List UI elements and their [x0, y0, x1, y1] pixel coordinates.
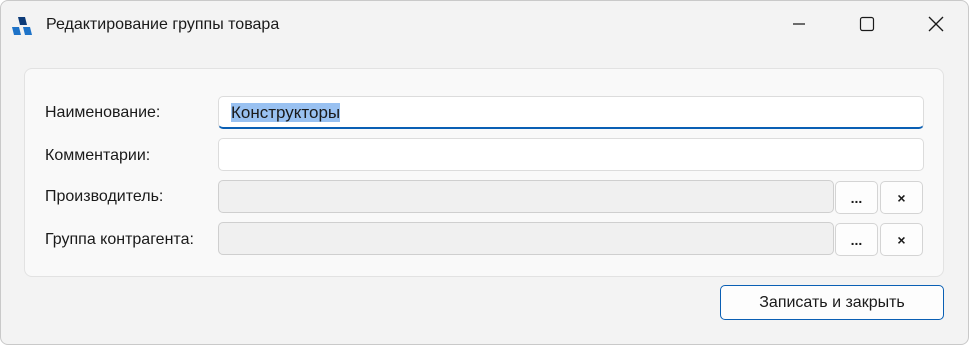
manufacturer-select-button[interactable]: ... [835, 181, 878, 214]
close-button[interactable] [908, 1, 964, 51]
manufacturer-field[interactable] [218, 180, 834, 213]
dialog-window: Редактирование группы товара Наименовани… [0, 0, 969, 345]
name-field[interactable]: Конструкторы [218, 96, 924, 129]
comment-label: Комментарии: [45, 147, 151, 164]
counterparty-group-field[interactable] [218, 222, 834, 255]
title-bar[interactable]: Редактирование группы товара [1, 1, 968, 51]
minimize-icon [792, 17, 806, 36]
window-title: Редактирование группы товара [46, 16, 280, 33]
maximize-icon [859, 16, 875, 37]
save-and-close-button[interactable]: Записать и закрыть [720, 285, 944, 320]
comment-field[interactable] [218, 138, 924, 171]
clear-icon: × [897, 189, 906, 206]
close-icon [928, 16, 944, 37]
counterparty-group-label: Группа контрагента: [45, 231, 194, 248]
counterparty-group-clear-button[interactable]: × [880, 223, 923, 256]
name-value: Конструкторы [231, 103, 341, 123]
app-icon [10, 16, 34, 36]
name-value-selection: Конструкторы [231, 103, 341, 122]
maximize-button[interactable] [839, 1, 895, 51]
manufacturer-clear-button[interactable]: × [880, 181, 923, 214]
name-label: Наименование: [45, 104, 161, 121]
counterparty-group-select-button[interactable]: ... [835, 223, 878, 256]
clear-icon: × [897, 231, 906, 248]
minimize-button[interactable] [771, 1, 827, 51]
manufacturer-label: Производитель: [45, 188, 164, 205]
